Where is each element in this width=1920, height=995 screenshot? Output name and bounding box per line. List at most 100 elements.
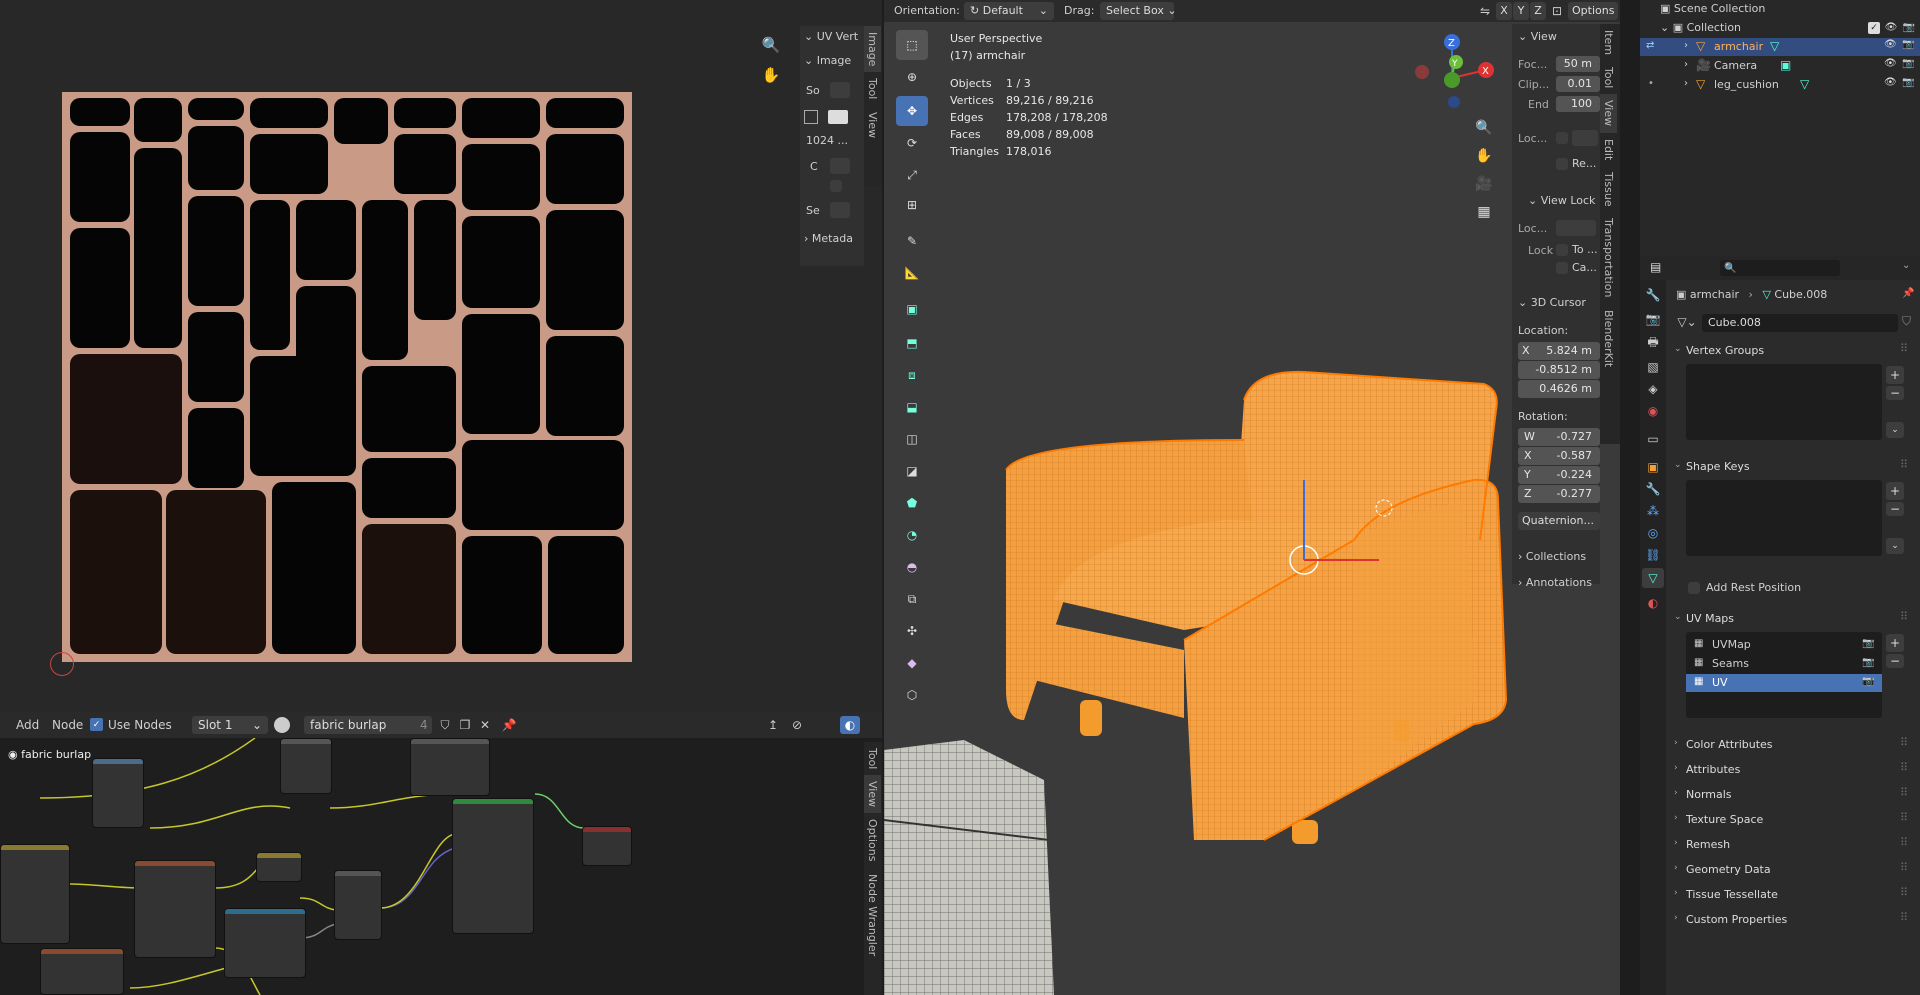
close-icon[interactable]: ✕ [476,716,494,734]
zoom-icon[interactable]: 🔍 [1472,116,1496,140]
uv-vertex-panel-header[interactable]: ⌄ UV Vert [804,30,858,43]
output-tab-icon[interactable]: 🖶 [1644,334,1662,352]
checkbox[interactable] [830,180,842,192]
material-sphere-icon[interactable] [274,717,290,733]
vertex-group-menu-button[interactable]: ⌄ [1886,422,1904,438]
pan-hand-icon[interactable]: ✋ [760,64,782,86]
material-tab-icon[interactable]: ◐ [1644,594,1662,612]
node-image-bottom[interactable] [40,948,124,995]
menu-node[interactable]: Node [52,718,83,732]
outliner-item-camera[interactable]: › 🎥 Camera ▣ 👁 📷 [1640,57,1920,75]
shape-key-menu-button[interactable]: ⌄ [1886,538,1904,554]
cursor-z-field[interactable]: 0.4626 m [1518,380,1600,398]
add-shape-key-button[interactable]: + [1886,482,1904,500]
attributes-panel[interactable]: › Attributes ⠿ [1670,759,1914,781]
rot-x-field[interactable]: X -0.587 [1518,447,1600,465]
cursor-y-field[interactable]: -0.8512 m [1518,361,1600,379]
annotations-panel-header[interactable]: › Annotations [1518,576,1592,589]
view-layer-tab-icon[interactable]: ▧ [1644,358,1662,376]
texture-space-panel[interactable]: › Texture Space ⠿ [1670,809,1914,831]
rotation-mode-dropdown[interactable]: Quaternion... [1518,512,1600,530]
uv-texture-image[interactable] [62,92,632,662]
navigation-gizmo[interactable]: Z X Y [1404,30,1504,120]
cursor-x-field[interactable]: X 5.824 m [1518,342,1600,360]
shape-keys-panel[interactable]: ⌄ Shape Keys ⠿ [1670,456,1914,478]
tab-view[interactable]: View [864,775,881,814]
collection-row[interactable]: ⌄ ▣ Collection [1660,21,1741,34]
camera-view-icon[interactable]: 🎥 [1472,172,1496,196]
tab-transportation[interactable]: Transportation [1600,212,1617,303]
uv-map-row[interactable]: ▦ UVMap 📷 [1686,636,1882,654]
shader-node-editor[interactable]: Add Node ✓ Use Nodes Slot 1 ⌄ fabric bur… [0,712,882,995]
collection-tab-icon[interactable]: ▭ [1644,430,1662,448]
duplicate-icon[interactable]: ❐ [456,716,474,734]
sequence-field[interactable] [830,202,850,218]
tool-tab-icon[interactable]: 🔧 [1644,286,1662,304]
node-rgb-curves[interactable] [0,844,70,944]
camera-render-icon[interactable]: 📷 [1902,39,1914,50]
node-material-output[interactable] [582,826,632,866]
tab-view[interactable]: View [1600,94,1617,133]
3d-viewport[interactable]: Orientation: ↻ Default ⌄ Drag: Select Bo… [884,0,1620,995]
camera-render-icon[interactable]: 📷 [1862,657,1874,668]
remove-uv-map-button[interactable]: − [1886,654,1904,668]
breadcrumb-mesh[interactable]: Cube.008 [1774,288,1827,301]
tab-tissue[interactable]: Tissue [1600,166,1617,213]
properties-editor[interactable]: ▤ 🔍 ⌄ 🔧 📷 🖶 ▧ ◈ ◉ ▭ ▣ 🔧 ⁂ ◎ ⛓ ▽ ◐ ▣ armc… [1640,256,1920,995]
lock-camera-checkbox[interactable] [1556,262,1568,274]
tab-node-wrangler[interactable]: Node Wrangler [864,868,881,962]
add-uv-map-button[interactable]: + [1886,634,1904,652]
source-dropdown[interactable] [830,82,850,98]
node-image-texture[interactable] [134,860,216,958]
eye-icon[interactable]: 👁 [1884,39,1897,50]
menu-add[interactable]: Add [16,718,39,732]
camera-picker[interactable] [1572,130,1598,146]
tab-tool[interactable]: Tool [1600,61,1617,94]
tab-item[interactable]: Item [1600,24,1617,61]
lock-to-cursor-checkbox[interactable] [1556,244,1568,256]
slot-dropdown[interactable]: Slot 1 ⌄ [192,716,268,734]
constraints-tab-icon[interactable]: ⛓ [1644,546,1662,564]
mesh-browse-icon[interactable]: ▽⌄ [1676,314,1698,330]
uv-editor[interactable]: 🔍 ✋ ⌄ UV Vert ⌄ Image So 1024 ... C Se ›… [0,0,882,712]
clip-end-field[interactable]: 100 [1556,96,1600,112]
camera-render-icon[interactable]: 📷 [1902,58,1914,69]
remove-vertex-group-button[interactable]: − [1886,386,1904,400]
camera-render-icon[interactable]: 📷 [1902,20,1916,34]
tab-tool[interactable]: Tool [864,742,881,775]
vertex-groups-panel[interactable]: ⌄ Vertex Groups ⠿ [1670,340,1914,362]
outliner-item-leg-cushion[interactable]: • › ▽ leg_cushion ▽ 👁 📷 [1640,76,1920,94]
camera-render-icon[interactable]: 📷 [1902,77,1914,88]
collections-panel-header[interactable]: › Collections [1518,550,1586,563]
scene-collection-row[interactable]: ▣ Scene Collection [1660,2,1765,15]
remesh-panel[interactable]: › Remesh ⠿ [1670,834,1914,856]
uv-map-row[interactable]: ▦ Seams 📷 [1686,655,1882,673]
tab-edit[interactable]: Edit [1600,133,1617,166]
pin-icon[interactable]: 📌 [1902,288,1914,299]
colorspace-dropdown[interactable] [830,158,850,174]
render-region-checkbox[interactable] [1556,158,1568,170]
geometry-data-panel[interactable]: › Geometry Data ⠿ [1670,859,1914,881]
editor-type-icon[interactable]: ▤ [1650,260,1661,274]
cursor-panel-header[interactable]: ⌄ 3D Cursor [1518,296,1586,309]
lock-object-field[interactable] [1556,220,1596,236]
shape-keys-list[interactable] [1686,480,1882,556]
clip-start-field[interactable]: 0.01 [1556,76,1600,92]
focal-length-field[interactable]: 50 m [1556,56,1600,72]
rot-y-field[interactable]: Y -0.224 [1518,466,1600,484]
rot-w-field[interactable]: W -0.727 [1518,428,1600,446]
tab-view[interactable]: View [864,106,881,144]
tab-blenderkit[interactable]: BlenderKit [1600,304,1617,373]
vertex-groups-list[interactable] [1686,364,1882,440]
metadata-panel-header[interactable]: › Metada [804,232,853,245]
node-principled-bsdf[interactable] [452,798,534,934]
snap-icon[interactable]: ⊘ [788,716,806,734]
properties-search[interactable]: 🔍 [1720,260,1840,276]
collection-checkbox[interactable]: ✓ [1868,22,1880,34]
mesh-data-tab-icon[interactable]: ▽ [1642,568,1664,588]
image-icon[interactable] [804,110,818,124]
node-mapping[interactable] [92,758,144,828]
node-mix-top[interactable] [280,738,332,794]
pan-hand-icon[interactable]: ✋ [1472,144,1496,168]
tab-image[interactable]: Image [864,26,881,73]
